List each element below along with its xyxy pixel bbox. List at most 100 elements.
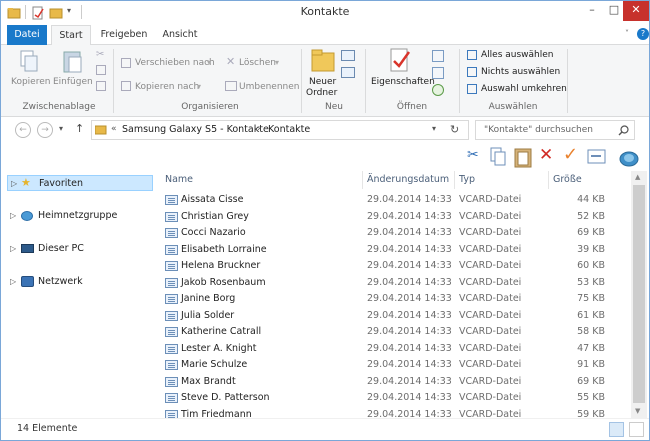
- table-row[interactable]: Julia Solder 29.04.2014 14:33 VCARD-Datei 6…: [161, 308, 621, 324]
- scroll-up-icon[interactable]: ▲: [635, 173, 640, 181]
- address-dropdown-icon[interactable]: ▾: [432, 124, 436, 133]
- file-name: Julia Solder: [181, 309, 235, 321]
- table-row[interactable]: Tim Friedmann 29.04.2014 14:33 VCARD-Datei…: [161, 407, 621, 418]
- nav-label: Heimnetzgruppe: [38, 210, 118, 221]
- overflow-icon[interactable]: «: [111, 124, 117, 134]
- column-header-date[interactable]: Änderungsdatum: [363, 171, 455, 189]
- file-date: 29.04.2014 14:33: [367, 359, 452, 370]
- group-label-select: Auswählen: [488, 102, 538, 112]
- breadcrumb-kontakte[interactable]: Kontakte: [268, 124, 310, 135]
- close-button[interactable]: ✕: [623, 1, 649, 21]
- table-row[interactable]: Elisabeth Lorraine 29.04.2014 14:33 VCARD-…: [161, 242, 621, 258]
- vcard-file-icon: [165, 343, 178, 354]
- expand-icon[interactable]: ▷: [10, 208, 16, 223]
- copy-to-button[interactable]: Kopieren nach: [135, 82, 199, 92]
- delete-icon[interactable]: ✕: [226, 55, 235, 68]
- paste-icon[interactable]: [61, 49, 85, 75]
- recent-locations-icon[interactable]: ▾: [59, 124, 63, 133]
- up-button[interactable]: ↑: [75, 122, 84, 135]
- column-header-size[interactable]: Größe: [549, 171, 615, 189]
- move-to-icon[interactable]: [121, 58, 131, 68]
- details-view-icon[interactable]: [609, 422, 624, 437]
- cut-icon[interactable]: ✂: [96, 49, 104, 60]
- breadcrumb-device[interactable]: Samsung Galaxy S5 - Kontakte: [122, 124, 269, 135]
- file-date: 29.04.2014 14:33: [367, 243, 452, 255]
- easy-access-icon[interactable]: [341, 67, 355, 78]
- shell-icon[interactable]: [618, 147, 640, 167]
- open-icon[interactable]: [432, 50, 444, 62]
- help-icon[interactable]: ?: [637, 28, 649, 40]
- expand-icon[interactable]: ▷: [10, 241, 16, 256]
- table-row[interactable]: Aissata Cisse 29.04.2014 14:33 VCARD-Datei…: [161, 192, 621, 208]
- table-row[interactable]: Jakob Rosenbaum 29.04.2014 14:33 VCARD-Dat…: [161, 275, 621, 291]
- table-row[interactable]: Marie Schulze 29.04.2014 14:33 VCARD-Datei…: [161, 357, 621, 373]
- maximize-button[interactable]: □: [605, 1, 623, 21]
- tab-freigeben[interactable]: Freigeben: [97, 25, 151, 45]
- vertical-scrollbar[interactable]: ▲ ▼: [631, 171, 647, 418]
- back-button[interactable]: ←: [15, 122, 31, 138]
- copy-icon[interactable]: [489, 147, 507, 167]
- delete-icon[interactable]: ✕: [539, 145, 553, 165]
- new-item-icon[interactable]: [341, 50, 355, 61]
- rename-icon[interactable]: [225, 81, 237, 91]
- new-folder-button-line1[interactable]: Neuer: [309, 77, 336, 87]
- expand-icon[interactable]: ▷: [10, 274, 16, 289]
- tab-start[interactable]: Start: [51, 25, 91, 46]
- table-row[interactable]: Janine Borg 29.04.2014 14:33 VCARD-Datei 75…: [161, 291, 621, 307]
- copy-button[interactable]: Kopieren: [11, 77, 50, 87]
- table-row[interactable]: Cocci Nazario 29.04.2014 14:33 VCARD-Datei…: [161, 225, 621, 241]
- select-none-icon[interactable]: [467, 67, 477, 77]
- table-row[interactable]: Katherine Catrall 29.04.2014 14:33 VCARD-D…: [161, 324, 621, 340]
- table-row[interactable]: Max Brandt 29.04.2014 14:33 VCARD-Datei 69 …: [161, 374, 621, 390]
- copy-icon[interactable]: [17, 49, 41, 75]
- column-header-type[interactable]: Typ: [455, 171, 549, 189]
- scroll-down-icon[interactable]: ▼: [635, 407, 640, 415]
- select-none-button[interactable]: Nichts auswählen: [481, 67, 560, 77]
- column-header-name[interactable]: Name: [161, 171, 363, 189]
- large-icons-view-icon[interactable]: [629, 422, 644, 437]
- invert-selection-button[interactable]: Auswahl umkehren: [481, 84, 567, 94]
- window-title: Kontakte: [300, 5, 350, 18]
- history-icon[interactable]: [432, 84, 444, 96]
- table-row[interactable]: Christian Grey 29.04.2014 14:33 VCARD-Date…: [161, 209, 621, 225]
- breadcrumb-separator[interactable]: ›: [257, 124, 261, 134]
- file-type: VCARD-Datei: [459, 309, 522, 321]
- new-folder-button-line2[interactable]: Ordner: [306, 88, 337, 98]
- search-icon[interactable]: [618, 125, 629, 136]
- paste-shortcut-icon[interactable]: [96, 81, 106, 91]
- properties-button[interactable]: Eigenschaften: [371, 77, 435, 87]
- nav-item-heimnetzgruppe[interactable]: ▷ Heimnetzgruppe: [7, 208, 153, 224]
- nav-item-netzwerk[interactable]: ▷ Netzwerk: [7, 274, 153, 290]
- table-row[interactable]: Helena Bruckner 29.04.2014 14:33 VCARD-Dat…: [161, 258, 621, 274]
- paste-icon[interactable]: [513, 146, 533, 168]
- checkmark-icon[interactable]: ✓: [563, 144, 578, 165]
- ribbon: Kopieren Einfügen ✂ Zwischenablage Versc…: [1, 45, 649, 117]
- rename-button[interactable]: Umbenennen: [239, 82, 300, 92]
- tab-datei[interactable]: Datei: [7, 25, 47, 45]
- copy-to-icon[interactable]: [121, 81, 131, 91]
- table-row[interactable]: Lester A. Knight 29.04.2014 14:33 VCARD-Da…: [161, 341, 621, 357]
- move-to-button[interactable]: Verschieben nach: [135, 58, 215, 68]
- invert-selection-icon[interactable]: [467, 84, 477, 94]
- refresh-icon[interactable]: ↻: [450, 123, 459, 136]
- forward-button[interactable]: →: [37, 122, 53, 138]
- edit-icon[interactable]: [432, 67, 444, 79]
- paste-button[interactable]: Einfügen: [53, 77, 93, 87]
- copy-path-icon[interactable]: [96, 65, 106, 75]
- properties-icon[interactable]: [386, 47, 414, 75]
- window-icon[interactable]: [587, 149, 607, 165]
- new-folder-icon[interactable]: [309, 47, 337, 75]
- expand-icon[interactable]: ▷: [11, 176, 17, 191]
- delete-button[interactable]: Löschen: [239, 58, 276, 68]
- search-input[interactable]: "Kontakte" durchsuchen: [475, 120, 635, 140]
- table-row[interactable]: Steve D. Patterson 29.04.2014 14:33 VCARD-…: [161, 390, 621, 406]
- nav-item-dieser-pc[interactable]: ▷ Dieser PC: [7, 241, 153, 257]
- address-bar[interactable]: « Samsung Galaxy S5 - Kontakte › Kontakt…: [91, 120, 469, 140]
- nav-item-favoriten[interactable]: ▷ ★ Favoriten: [7, 175, 153, 191]
- cut-icon[interactable]: ✂: [467, 147, 479, 163]
- select-all-button[interactable]: Alles auswählen: [481, 50, 553, 60]
- select-all-icon[interactable]: [467, 50, 477, 60]
- minimize-button[interactable]: –: [581, 1, 603, 21]
- tab-ansicht[interactable]: Ansicht: [157, 25, 203, 45]
- scrollbar-thumb[interactable]: [633, 185, 645, 403]
